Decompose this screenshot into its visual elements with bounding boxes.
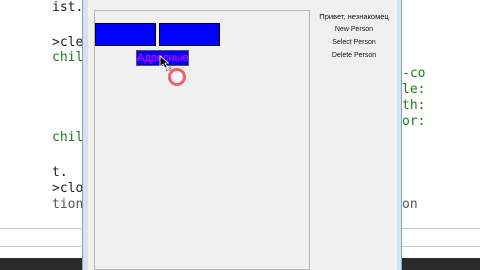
content-panel	[94, 10, 310, 270]
mouse-cursor-icon	[159, 55, 169, 69]
code-line: chil	[52, 50, 84, 65]
code-line: t.	[52, 165, 68, 180]
new-person-button[interactable]: New Person	[320, 24, 388, 35]
code-line: th:	[402, 98, 426, 113]
code-line: or:	[402, 114, 426, 129]
screen: ist. >cle chil chil t. >clo tion -co le:…	[0, 0, 480, 270]
greeting-text: Привет, незнакомец	[319, 12, 389, 21]
click-indicator-icon	[168, 68, 186, 86]
delete-person-button[interactable]: Delete Person	[320, 50, 388, 61]
code-line: chil	[52, 130, 84, 145]
code-line: le:	[402, 82, 426, 97]
code-line: >clo	[52, 181, 84, 196]
select-person-button[interactable]: Select Person	[320, 37, 388, 48]
code-line: tion	[52, 197, 84, 212]
code-line: on	[402, 197, 418, 212]
blue-box-right[interactable]	[159, 23, 220, 46]
code-line: -co	[402, 66, 426, 81]
code-line: ist.	[52, 0, 84, 15]
code-line: >cle	[52, 35, 84, 50]
blue-box-left[interactable]	[95, 23, 156, 46]
